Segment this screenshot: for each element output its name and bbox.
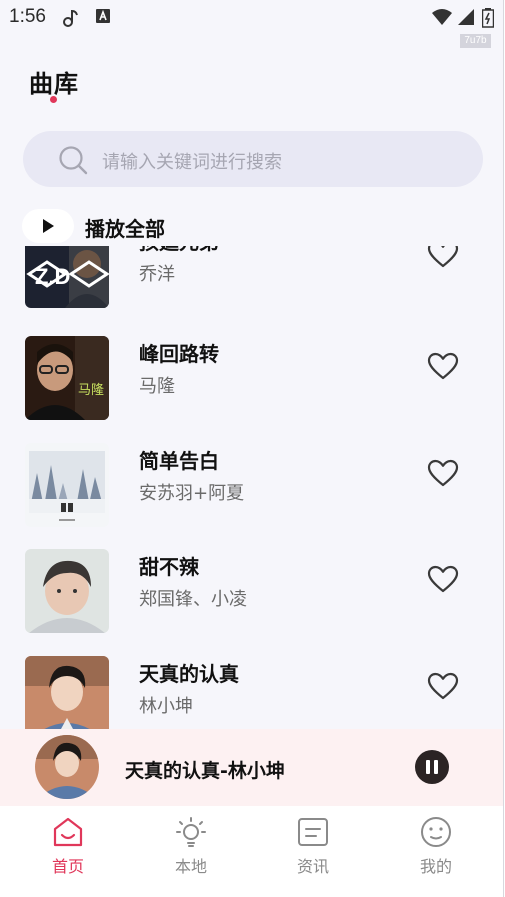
battery-icon	[481, 8, 495, 32]
status-time: 1:56	[9, 6, 46, 27]
song-artist: 郑国锋、小凌	[139, 589, 247, 610]
mini-player[interactable]: 天真的认真-林小坤	[0, 729, 503, 806]
song-title: 简单告白	[139, 449, 219, 473]
now-playing-title: 天真的认真-林小坤	[125, 760, 285, 782]
debug-tag: 7u7b	[460, 34, 491, 48]
signal-icon	[457, 8, 475, 30]
home-icon	[53, 817, 83, 847]
song-cover	[25, 443, 109, 527]
tab-mine-label: 我的	[419, 857, 452, 876]
song-cover	[25, 549, 109, 633]
heart-icon[interactable]	[427, 672, 459, 704]
wifi-icon	[431, 8, 453, 30]
song-title: 天真的认真	[139, 662, 239, 686]
news-icon	[298, 818, 328, 846]
heart-icon[interactable]	[427, 246, 459, 272]
tab-news[interactable]: 资讯	[273, 812, 353, 882]
heart-icon[interactable]	[427, 459, 459, 491]
search-placeholder: 请输入关键词进行搜索	[102, 152, 282, 173]
list-item[interactable]: Z.D 孩莛元弟 乔洋	[0, 246, 503, 320]
title-indicator-dot	[50, 96, 57, 103]
search-icon	[58, 145, 88, 179]
song-cover: Z.D	[25, 246, 109, 308]
page-title: 曲库	[29, 70, 79, 98]
song-title: 甜不辣	[139, 555, 199, 579]
heart-icon[interactable]	[427, 565, 459, 597]
song-list[interactable]: Z.D 孩莛元弟 乔洋 马隆	[0, 246, 503, 729]
face-icon	[421, 817, 451, 847]
status-bar: 1:56	[0, 0, 503, 34]
tab-local[interactable]: 本地	[151, 812, 231, 882]
song-cover: 马隆	[25, 336, 109, 420]
now-playing-cover[interactable]	[35, 735, 99, 799]
song-artist: 乔洋	[139, 264, 175, 285]
tab-home[interactable]: 首页	[28, 812, 108, 882]
bottom-tab-bar: 首页 本地 资讯 我的	[0, 806, 503, 897]
song-artist: 马隆	[139, 376, 175, 397]
pause-icon-bar	[434, 760, 438, 774]
tab-local-label: 本地	[174, 857, 207, 876]
list-item[interactable]: 马隆 峰回路转 马隆	[0, 326, 503, 432]
heart-icon[interactable]	[427, 352, 459, 384]
song-title: 峰回路转	[139, 342, 219, 366]
list-item[interactable]: 简单告白 安苏羽+阿夏	[0, 433, 503, 539]
music-note-icon	[62, 8, 82, 32]
play-all-button[interactable]	[22, 209, 74, 243]
song-artist: 林小坤	[139, 696, 193, 717]
list-item[interactable]: 甜不辣 郑国锋、小凌	[0, 539, 503, 645]
song-title: 孩莛元弟	[139, 246, 219, 255]
svg-text:Z.D: Z.D	[35, 264, 70, 289]
tab-mine[interactable]: 我的	[396, 812, 476, 882]
font-a-icon	[95, 8, 111, 28]
song-cover	[25, 656, 109, 729]
app-screen: 1:56 7u7b 曲库 请输入关键词进行搜索 播放全部 Z.D 乔洋 马隆 峰…	[0, 0, 504, 897]
bulb-icon	[176, 817, 206, 847]
song-artist: 安苏羽+阿夏	[139, 483, 245, 504]
pause-button[interactable]	[415, 750, 449, 784]
search-input[interactable]: 请输入关键词进行搜索	[23, 131, 483, 187]
tab-home-label: 首页	[51, 857, 84, 876]
play-all-label[interactable]: 播放全部	[85, 213, 165, 242]
play-icon	[43, 219, 54, 233]
pause-icon	[426, 760, 430, 774]
tab-news-label: 资讯	[296, 857, 329, 876]
list-item[interactable]: 天真的认真 林小坤	[0, 646, 503, 729]
svg-text:马隆: 马隆	[78, 383, 104, 398]
